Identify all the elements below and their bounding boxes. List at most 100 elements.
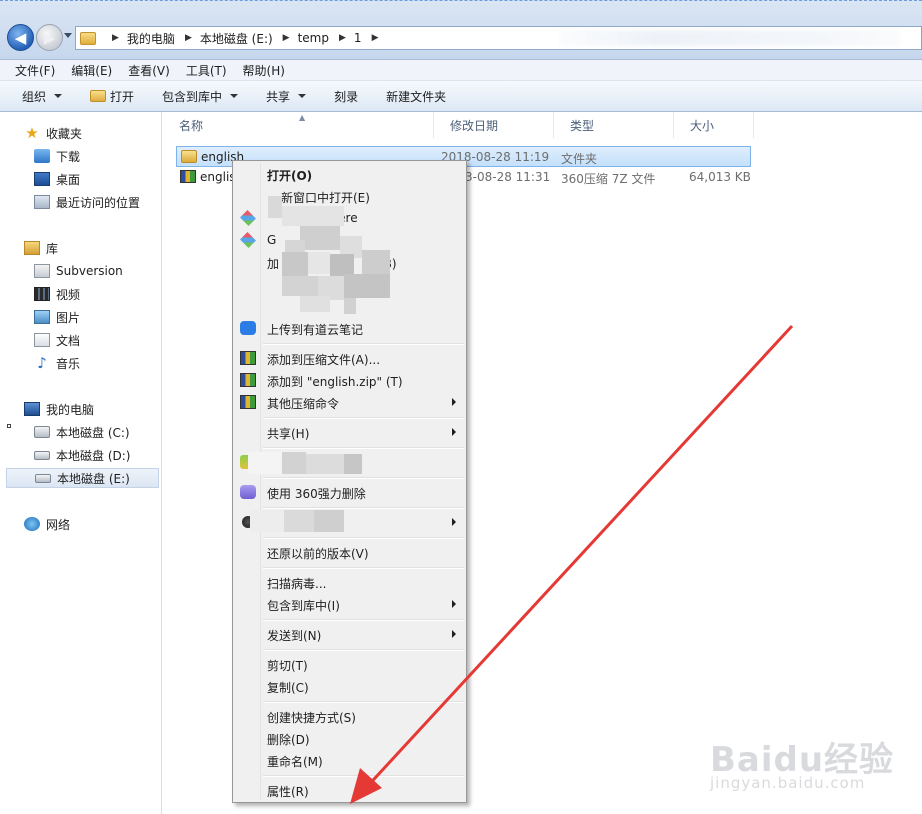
menu-item-restore-previous[interactable]: 还原以前的版本(V) [235,542,464,562]
breadcrumb-computer[interactable]: 我的电脑 [127,30,175,47]
chevron-right-icon[interactable]: ▶ [372,33,379,43]
nav-drive-c[interactable]: 本地磁盘 (C:) [34,422,130,442]
nav-computer[interactable]: 我的电脑 [24,399,94,419]
column-header-modified[interactable]: 修改日期 [434,112,554,138]
file-modified: 3-08-28 11:31 [465,170,551,184]
forward-button[interactable]: ▶ [36,24,63,51]
menu-item-add-archive-label: 添加到压缩文件(A)... [267,353,381,367]
menu-item-open[interactable]: 打开(O) [235,164,464,184]
downloads-folder-icon [34,149,50,163]
breadcrumb-1[interactable]: 1 [354,31,362,45]
submenu-arrow-icon [452,428,456,436]
column-size-label: 大小 [690,118,715,133]
menu-tools[interactable]: 工具(T) [186,62,227,79]
git-icon [240,210,256,226]
nav-music[interactable]: ♪ 音乐 [34,353,80,373]
share-button[interactable]: 共享 [266,88,307,105]
menu-file[interactable]: 文件(F) [15,62,55,79]
menu-item-force-delete[interactable]: 使用 360强力删除 [235,482,464,502]
menu-item-copy[interactable]: 复制(C) [235,676,464,696]
open-button[interactable]: 打开 [90,88,134,105]
chevron-right-icon[interactable]: ▶ [112,33,119,43]
nav-drive-e[interactable]: 本地磁盘 (E:) [6,468,159,488]
drive-icon [35,473,51,483]
organize-button[interactable]: 组织 [22,88,63,105]
column-modified-label: 修改日期 [450,118,499,133]
nav-pictures[interactable]: 图片 [34,307,80,327]
nav-pictures-label: 图片 [56,310,81,325]
new-folder-label: 新建文件夹 [386,89,447,104]
menu-item-scan-virus[interactable]: 扫描病毒... [235,572,464,592]
menu-separator [263,701,464,703]
menu-item-upload-youdao-label: 上传到有道云笔记 [267,323,364,337]
column-header-type[interactable]: 类型 [554,112,674,138]
documents-library-icon [34,333,50,347]
menu-item-create-shortcut[interactable]: 创建快捷方式(S) [235,706,464,726]
resize-handle[interactable] [7,424,11,428]
menu-item-include-library-label: 包含到库中(I) [267,599,340,613]
breadcrumb-temp[interactable]: temp [298,31,329,45]
menu-item-cut[interactable]: 剪切(T) [235,654,464,674]
menu-item-share[interactable]: 共享(H) [235,422,464,442]
open-folder-icon [90,90,107,102]
menu-separator [263,417,464,419]
column-header-size[interactable]: 大小 [674,112,754,138]
menu-item-add-zip[interactable]: 添加到 "english.zip" (T) [235,370,464,390]
video-library-icon [34,287,50,301]
nav-favorites-label: 收藏夹 [46,126,83,141]
nav-documents-label: 文档 [56,333,81,348]
nav-desktop[interactable]: 桌面 [34,169,80,189]
menu-item-include-library[interactable]: 包含到库中(I) [235,594,464,614]
watermark-url: jingyan.baidu.com [710,774,866,792]
nav-drive-d[interactable]: 本地磁盘 (D:) [34,445,130,465]
recent-pages-dropdown-icon[interactable] [64,33,72,38]
nav-recent[interactable]: 最近访问的位置 [34,192,140,212]
menu-help[interactable]: 帮助(H) [243,62,285,79]
desktop-icon [34,172,50,186]
menu-separator [263,649,464,651]
library-icon [24,241,40,255]
nav-downloads[interactable]: 下载 [34,146,80,166]
breadcrumb-drive-e[interactable]: 本地磁盘 (E:) [200,30,273,47]
new-folder-button[interactable]: 新建文件夹 [386,88,446,105]
menu-item-copy-label: 复制(C) [267,681,309,695]
file-type: 文件夹 [561,152,598,166]
chevron-right-icon[interactable]: ▶ [185,33,192,43]
menu-item-restore-previous-label: 还原以前的版本(V) [267,547,369,561]
menu-item-properties[interactable]: 属性(R) [235,780,464,800]
back-arrow-icon: ◀ [14,28,27,47]
nav-network[interactable]: 网络 [24,514,70,534]
forward-arrow-icon: ▶ [43,28,56,47]
nav-favorites[interactable]: ★ 收藏夹 [24,123,82,143]
burn-button[interactable]: 刻录 [334,88,358,105]
nav-libraries[interactable]: 库 [24,238,58,258]
menu-separator [263,343,464,345]
menu-item-add-archive[interactable]: 添加到压缩文件(A)... [235,348,464,368]
nav-videos-label: 视频 [56,287,81,302]
menu-item-open-label: 打开(O) [267,169,313,183]
chevron-right-icon[interactable]: ▶ [339,33,346,43]
include-library-button[interactable]: 包含到库中 [162,88,239,105]
menu-item-delete[interactable]: 删除(D) [235,728,464,748]
nav-documents[interactable]: 文档 [34,330,80,350]
baidu-watermark: Baidu经验 jingyan.baidu.com [700,728,910,808]
chevron-right-icon[interactable]: ▶ [283,33,290,43]
nav-videos[interactable]: 视频 [34,284,80,304]
back-button[interactable]: ◀ [7,24,34,51]
submenu-arrow-icon [452,600,456,608]
menu-item-send-to[interactable]: 发送到(N) [235,624,464,644]
menu-view[interactable]: 查看(V) [128,62,170,79]
menu-edit[interactable]: 编辑(E) [71,62,112,79]
menu-item-rename[interactable]: 重命名(M) [235,750,464,770]
menu-item-other-compress-label: 其他压缩命令 [267,397,340,411]
file-size: 64,013 KB [689,170,751,184]
column-header-name[interactable]: 名称 [163,112,434,138]
menu-item-force-delete-label: 使用 360强力删除 [267,487,366,501]
open-label: 打开 [110,89,135,104]
nav-subversion[interactable]: Subversion [34,261,123,281]
menu-item-upload-youdao[interactable]: 上传到有道云笔记 [235,318,464,338]
star-icon: ★ [25,124,39,142]
menu-item-other-compress[interactable]: 其他压缩命令 [235,392,464,412]
column-type-label: 类型 [570,118,595,133]
nav-music-label: 音乐 [56,356,81,371]
